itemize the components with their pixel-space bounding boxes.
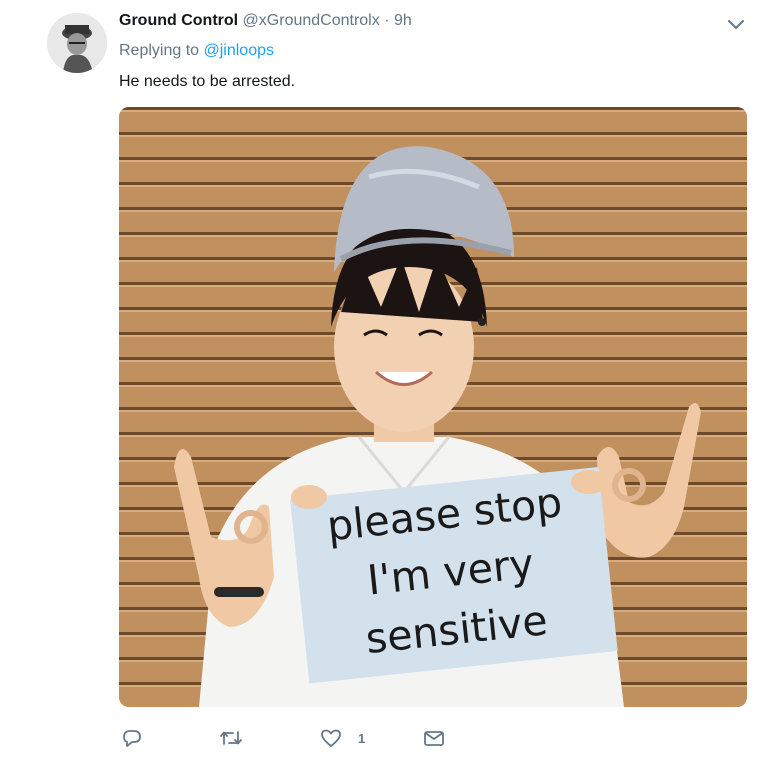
more-options-button[interactable] (725, 14, 747, 34)
avatar-image (47, 13, 107, 73)
reply-icon (123, 730, 141, 747)
direct-message-button[interactable] (423, 724, 445, 752)
tweet[interactable]: Ground Control @xGroundControlx · 9h Rep… (0, 0, 783, 757)
tweet-text: He needs to be arrested. (119, 73, 296, 90)
replying-to: Replying to @jinloops (119, 41, 274, 61)
user-handle[interactable]: @xGroundControlx (243, 12, 380, 29)
chevron-down-icon (728, 20, 744, 29)
timestamp[interactable]: 9h (394, 12, 412, 29)
photo-illustration: please stop I'm very sensitive (119, 107, 747, 707)
avatar[interactable] (47, 13, 107, 73)
tweet-header: Ground Control @xGroundControlx · 9h (119, 11, 412, 31)
tweet-media-photo[interactable]: please stop I'm very sensitive (119, 107, 747, 707)
replying-label: Replying to (119, 42, 200, 59)
separator-dot: · (384, 12, 390, 29)
retweet-button[interactable] (219, 724, 259, 752)
like-icon (321, 729, 341, 747)
reply-button[interactable] (122, 724, 158, 752)
direct-message-icon (424, 731, 444, 746)
tweet-action-bar: 1 (119, 724, 739, 752)
retweet-icon (220, 731, 242, 745)
replying-mention-link[interactable]: @jinloops (204, 42, 275, 59)
display-name[interactable]: Ground Control (119, 12, 238, 29)
like-button[interactable]: 1 (320, 724, 365, 752)
like-count: 1 (358, 730, 366, 746)
